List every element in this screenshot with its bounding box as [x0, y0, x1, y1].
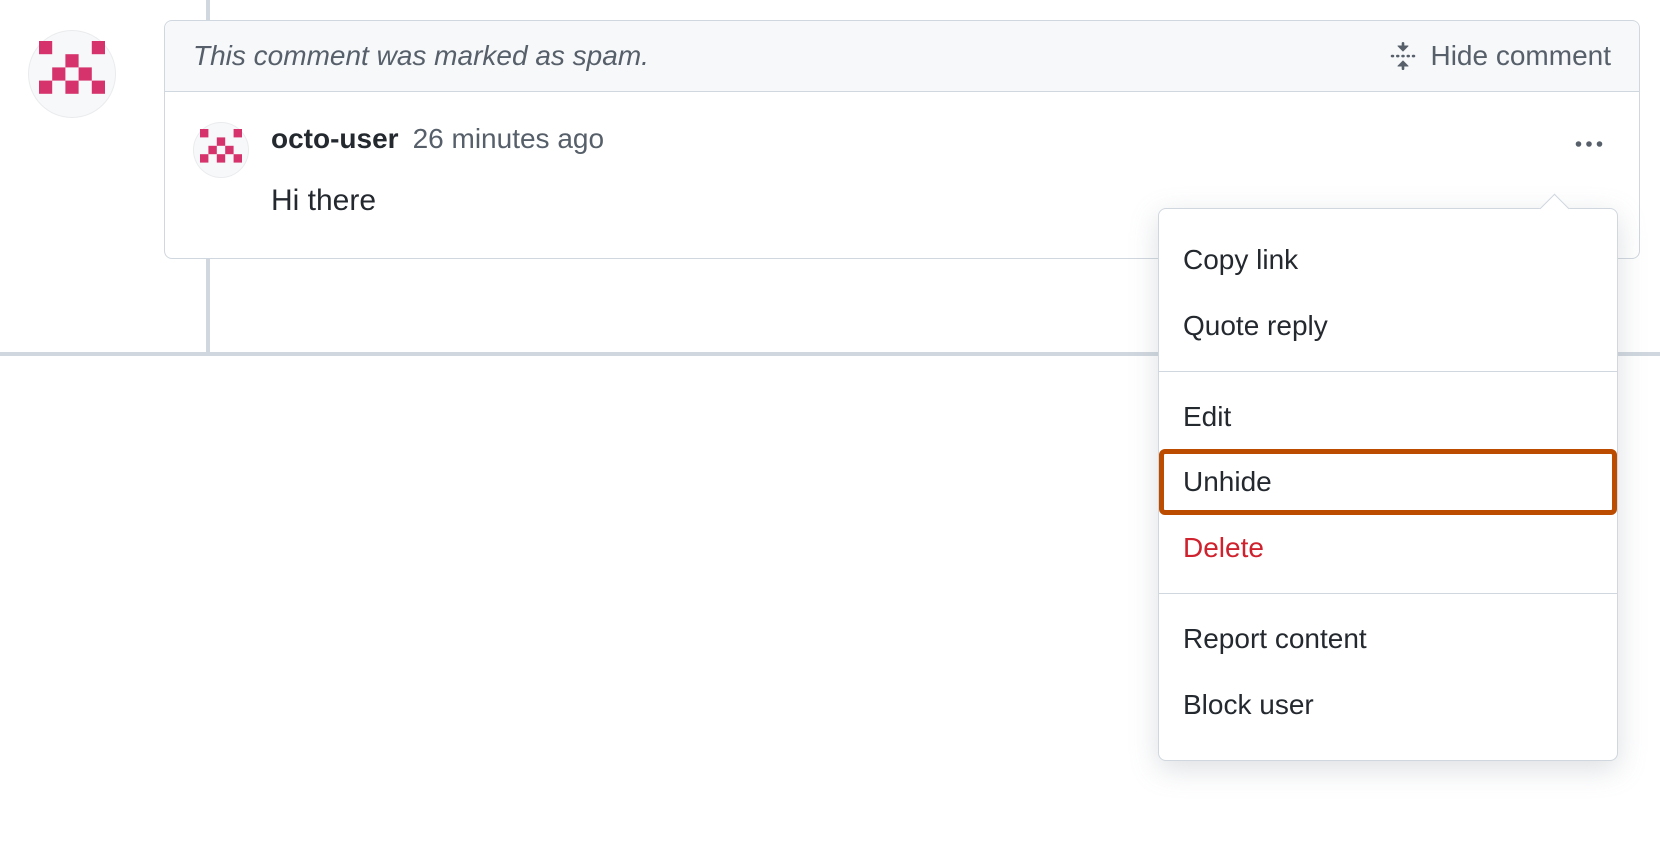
kebab-horizontal-icon: [1575, 130, 1603, 158]
menu-edit[interactable]: Edit: [1159, 384, 1617, 450]
fold-icon: [1386, 39, 1420, 73]
comment-actions-menu: Copy link Quote reply Edit Unhide Delete…: [1158, 208, 1618, 761]
menu-block-user[interactable]: Block user: [1159, 672, 1617, 738]
hide-comment-label: Hide comment: [1430, 40, 1611, 72]
menu-unhide[interactable]: Unhide: [1159, 449, 1617, 515]
hide-comment-button[interactable]: Hide comment: [1386, 39, 1611, 73]
menu-copy-link[interactable]: Copy link: [1159, 227, 1617, 293]
comment-header: This comment was marked as spam. Hide co…: [165, 21, 1639, 92]
menu-report-content[interactable]: Report content: [1159, 606, 1617, 672]
author-link[interactable]: octo-user: [271, 122, 399, 156]
kebab-menu-button[interactable]: [1567, 122, 1611, 166]
timestamp[interactable]: 26 minutes ago: [413, 122, 604, 156]
spam-note: This comment was marked as spam.: [193, 40, 649, 72]
identicon-icon: [39, 41, 105, 107]
avatar[interactable]: [28, 30, 116, 118]
menu-quote-reply[interactable]: Quote reply: [1159, 293, 1617, 359]
identicon-icon: [200, 129, 242, 171]
menu-delete[interactable]: Delete: [1159, 515, 1617, 581]
inline-avatar[interactable]: [193, 122, 249, 178]
